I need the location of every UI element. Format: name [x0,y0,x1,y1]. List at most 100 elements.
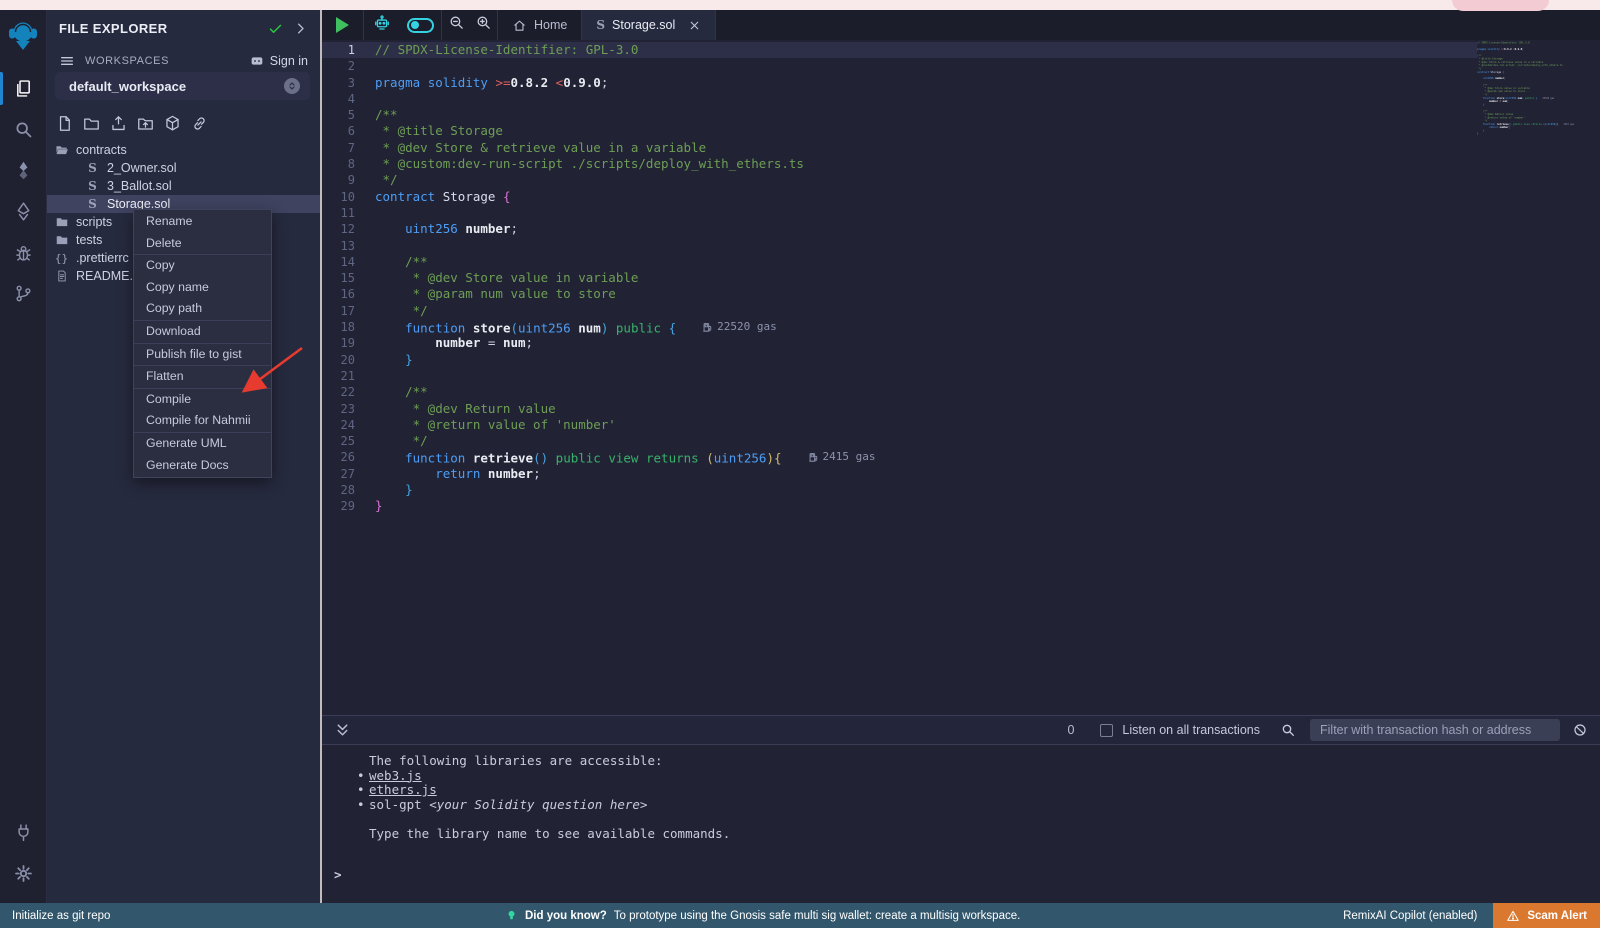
robot-icon [372,13,392,38]
link-icon [190,114,209,133]
tree-item-label: 3_Ballot.sol [107,179,172,193]
menu-item-rename[interactable]: Rename [134,211,271,233]
token: * @param num value to store [375,286,616,301]
line-number: 16 [322,286,375,302]
code-line: 10contract Storage { [322,189,1477,205]
sign-in-button[interactable]: Sign in [249,53,308,69]
check-icon[interactable] [268,21,283,36]
token: ; [1507,100,1509,103]
hamburger-menu-icon[interactable] [59,53,75,69]
token: uint256 [1545,122,1556,125]
github-icon [249,53,265,69]
upload-folder-button[interactable] [136,114,155,133]
command-arg-hint: <your Solidity question here> [429,797,647,812]
tip-text: To prototype using the Gnosis safe multi… [614,910,1021,922]
menu-item-download[interactable]: Download [134,321,271,343]
menu-item-copy-name[interactable]: Copy name [134,277,271,299]
terminal-prompt[interactable]: > [334,867,1600,882]
zoom-out-button[interactable] [442,10,470,40]
code-line: 8 * @custom:dev-run-script ./scripts/dep… [322,156,1477,172]
token [375,352,405,367]
token: 0.9.0 [1515,48,1523,51]
tree-item-3-ballot-sol[interactable]: S3_Ballot.sol [47,177,320,195]
menu-item-generate-docs[interactable]: Generate Docs [134,455,271,477]
code-text: uint256 number; [375,221,518,237]
code-text: pragma solidity >=0.8.2 <0.9.0; [375,75,608,91]
sidebar-item-settings[interactable] [0,853,47,894]
run-script-button[interactable] [322,10,364,40]
link-button[interactable] [190,114,209,133]
tab-home[interactable]: Home [498,10,582,40]
token: /** [405,384,428,399]
sidebar-item-debugger[interactable] [0,232,47,273]
status-bar-right: RemixAI Copilot (enabled) Scam Alert [1343,903,1600,928]
ai-copilot-button[interactable] [364,10,400,40]
token: Storage [1491,70,1502,73]
editor-minimap[interactable]: 1// SPDX-License-Identifier: GPL-3.023pr… [1477,41,1589,181]
menu-item-flatten[interactable]: Flatten [134,366,271,388]
code-text: * @param num value to store [375,286,616,302]
sidebar-item-file-explorer[interactable] [0,68,47,109]
token [375,221,405,236]
listen-transactions-checkbox[interactable] [1100,724,1113,737]
menu-item-compile-for-nahmii[interactable]: Compile for Nahmii [134,410,271,432]
tab-storage-sol[interactable]: S Storage.sol [582,10,716,40]
terminal-output[interactable]: The following libraries are accessible:•… [322,745,1600,882]
search-icon[interactable] [1280,722,1296,738]
new-folder-button[interactable] [82,114,101,133]
git-icon [13,283,34,304]
clear-console-icon[interactable] [1572,722,1588,738]
zoom-in-button[interactable] [470,10,498,40]
code-line: 16 * @param num value to store [322,286,1477,302]
tree-item-label: tests [76,233,102,247]
menu-item-generate-uml[interactable]: Generate UML [134,433,271,455]
code-text: */ [375,433,428,449]
upload-file-button[interactable] [109,114,128,133]
sidebar-item-solidity-compiler[interactable] [0,150,47,191]
menu-item-delete[interactable]: Delete [134,233,271,255]
line-number: 26 [322,449,375,465]
menu-item-copy-path[interactable]: Copy path [134,298,271,320]
terminal-blank-line [334,812,1600,827]
tree-item-contracts[interactable]: contracts [47,141,320,159]
pump-icon [702,322,713,333]
git-init-status[interactable]: Initialize as git repo [12,910,110,922]
sidebar-item-source-control[interactable] [0,273,47,314]
panel-splitter[interactable] [320,10,322,903]
token: ( [511,321,519,336]
token: contract [1477,70,1489,73]
scam-alert-button[interactable]: Scam Alert [1493,903,1600,928]
remix-logo-icon[interactable] [6,18,40,54]
code-line: 6 * @title Storage [322,123,1477,139]
chevron-right-icon[interactable] [293,21,308,36]
copilot-toggle[interactable] [400,10,442,40]
context-menu-group: Generate UMLGenerate Docs [134,432,271,476]
workspace-select[interactable]: default_workspace [55,72,310,100]
close-tab-icon[interactable] [688,19,701,32]
sidebar-item-deploy-run[interactable] [0,191,47,232]
library-link-ethers-js[interactable]: ethers.js [369,782,437,797]
menu-item-copy[interactable]: Copy [134,255,271,277]
solidity-file-icon: S [85,197,100,212]
menu-item-compile[interactable]: Compile [134,389,271,411]
gas-estimate-badge: 22520 gas [1542,97,1554,100]
code-text: */ [375,303,428,319]
collapse-terminal-icon[interactable] [334,722,351,739]
token: returns [646,451,699,466]
cube-icon [163,114,182,133]
sidebar-item-search[interactable] [0,109,47,150]
menu-item-publish-file-to-gist[interactable]: Publish file to gist [134,344,271,366]
new-file-button[interactable] [55,114,74,133]
tree-item-2-owner-sol[interactable]: S2_Owner.sol [47,159,320,177]
sidebar-item-plugin-manager[interactable] [0,812,47,853]
code-editor[interactable]: 1// SPDX-License-Identifier: GPL-3.023pr… [322,40,1600,715]
library-link-web3-js[interactable]: web3.js [369,768,422,783]
cube-button[interactable] [163,114,182,133]
code-text: } [375,498,383,514]
select-caret-icon [284,78,300,94]
status-bar: Initialize as git repo Did you know? To … [0,903,1600,928]
token [375,335,435,350]
terminal-library-item: •web3.js [334,769,1600,784]
code-line: 5/** [322,107,1477,123]
transaction-filter-input[interactable] [1310,719,1560,741]
